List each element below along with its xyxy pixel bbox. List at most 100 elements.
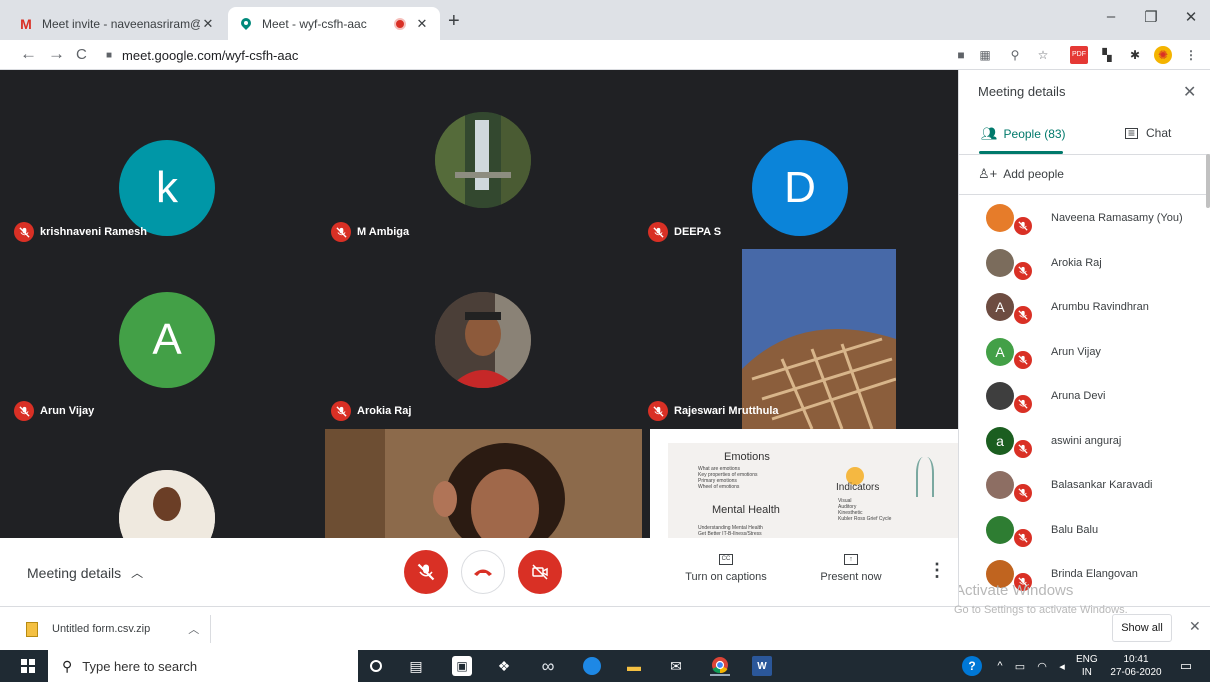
divider xyxy=(959,154,1210,155)
translate-icon[interactable]: ▦ xyxy=(976,46,994,64)
close-tab-icon[interactable]: ✕ xyxy=(200,16,216,32)
forward-icon[interactable]: → xyxy=(48,44,65,64)
chevron-up-icon[interactable]: ^ xyxy=(990,656,1010,676)
camera-off-icon xyxy=(532,564,548,580)
close-window-icon[interactable]: ✕ xyxy=(1176,8,1206,26)
profile-avatar[interactable]: ✺ xyxy=(1154,46,1172,64)
taskbar-search-box[interactable]: ⚲ Type here to search xyxy=(48,650,358,682)
mic-off-icon xyxy=(648,401,668,421)
meeting-details-panel: Meeting details ✕ 👥︎ People (83) ≡ Chat … xyxy=(958,70,1210,606)
store-icon[interactable]: ▣ xyxy=(452,656,472,676)
meeting-controls: Meeting details ︿ CC Turn on captions ↑ … xyxy=(0,538,958,606)
meet-icon xyxy=(238,16,254,32)
search-icon: ⚲ xyxy=(62,657,73,674)
slide-list: What are emotions Key properties of emoti… xyxy=(698,466,758,490)
tab-gmail[interactable]: M Meet invite - naveenasriram@gm ✕ xyxy=(8,7,226,40)
participant-row[interactable]: Balu Balu xyxy=(959,508,1210,552)
word-icon[interactable]: W xyxy=(752,656,772,676)
zip-file-icon xyxy=(26,621,38,637)
tab-chat[interactable]: ≡ Chat xyxy=(1125,126,1171,140)
participant-name: Aruna Devi xyxy=(1051,390,1106,402)
infinity-app-icon[interactable]: ∞ xyxy=(538,656,558,676)
browser-tab-strip: M Meet invite - naveenasriram@gm ✕ Meet … xyxy=(0,0,1210,40)
restore-icon[interactable]: ❐ xyxy=(1136,8,1166,26)
closed-captions-icon: CC xyxy=(719,554,733,565)
reload-icon[interactable]: C xyxy=(76,46,87,63)
leave-call-button[interactable] xyxy=(461,550,505,594)
participant-name: Balasankar Karavadi xyxy=(1051,479,1153,491)
task-view-icon[interactable]: ▤ xyxy=(406,656,426,676)
slide-list: Visual Auditory Kinesthetic Kubler Ross Gri… xyxy=(838,498,892,522)
language-indicator[interactable]: ENG IN xyxy=(1076,653,1098,679)
presentation-slide: Emotions What are emotions Key properties… xyxy=(650,429,958,538)
lock-icon: ■ xyxy=(106,49,113,61)
meeting-details-button[interactable]: Meeting details ︿ xyxy=(27,564,143,581)
url-text: meet.google.com/wyf-csfh-aac xyxy=(122,47,299,63)
dropbox-icon[interactable]: ❖ xyxy=(494,656,514,676)
camera-toggle-button[interactable] xyxy=(518,550,562,594)
participant-row[interactable]: Aruna Devi xyxy=(959,374,1210,418)
extensions-puzzle-icon[interactable]: ✱ xyxy=(1126,46,1144,64)
mic-off-icon xyxy=(1014,484,1032,502)
clock[interactable]: 10:41 27-06-2020 xyxy=(1108,653,1164,679)
zoom-icon[interactable]: ⚲ xyxy=(1006,46,1024,64)
slide-heading: Emotions xyxy=(724,451,770,463)
plant-icon xyxy=(916,457,934,497)
participant-row[interactable]: Arokia Raj xyxy=(959,241,1210,285)
back-icon[interactable]: ← xyxy=(20,44,37,64)
chrome-menu-icon[interactable]: ⋮ xyxy=(1182,46,1200,64)
present-now-button[interactable]: ↑ Present now xyxy=(808,554,894,583)
clapper-extension-icon[interactable]: ▚ xyxy=(1098,46,1116,64)
avatar xyxy=(986,248,1014,277)
avatar: D xyxy=(752,140,848,236)
slide-list: Understanding Mental Health Get Better IT… xyxy=(698,525,763,537)
cortana-icon[interactable] xyxy=(366,656,386,676)
avatar xyxy=(986,204,1014,232)
close-tab-icon[interactable]: ✕ xyxy=(414,16,430,32)
tab-meet[interactable]: Meet - wyf-csfh-aac ✕ xyxy=(228,7,440,40)
new-tab-button[interactable]: + xyxy=(448,10,460,33)
avatar xyxy=(435,292,531,388)
file-explorer-icon[interactable]: ▬ xyxy=(624,656,644,676)
slide-heading: Mental Health xyxy=(712,504,780,516)
add-people-button[interactable]: ♙+ Add people xyxy=(978,166,1064,182)
participant-name: Rajeswari Mrutthula xyxy=(648,401,779,421)
divider xyxy=(210,615,211,643)
download-item[interactable]: Untitled form.csv.zip ︿ xyxy=(12,615,207,643)
pdf-extension-icon[interactable]: PDF xyxy=(1070,46,1088,64)
tab-people[interactable]: 👥︎ People (83) xyxy=(981,126,1066,142)
chevron-up-icon[interactable]: ︿ xyxy=(188,621,199,637)
chevron-up-icon: ︿ xyxy=(131,566,144,580)
notifications-icon[interactable]: ▭ xyxy=(1176,656,1196,676)
show-all-button[interactable]: Show all xyxy=(1112,614,1172,642)
address-bar[interactable]: ■ meet.google.com/wyf-csfh-aac xyxy=(96,44,916,66)
volume-icon[interactable]: ◂ xyxy=(1052,656,1072,676)
mic-off-icon xyxy=(14,222,34,242)
close-panel-icon[interactable]: ✕ xyxy=(1183,82,1196,102)
speaker-video xyxy=(325,429,642,538)
help-icon[interactable]: ? xyxy=(962,656,982,676)
more-options-icon[interactable]: ⋮ xyxy=(928,560,946,581)
participant-row[interactable]: A Arumbu Ravindhran xyxy=(959,285,1210,329)
minimize-icon[interactable]: – xyxy=(1096,8,1126,25)
wifi-icon[interactable]: ◠ xyxy=(1032,656,1052,676)
chrome-icon[interactable] xyxy=(710,656,730,676)
windows-start-icon[interactable] xyxy=(18,656,38,676)
mic-off-icon xyxy=(417,563,435,581)
camera-icon[interactable]: ■ xyxy=(952,46,970,64)
bookmark-star-icon[interactable]: ☆ xyxy=(1034,46,1052,64)
captions-button[interactable]: CC Turn on captions xyxy=(672,554,780,583)
avatar xyxy=(986,382,1014,410)
address-toolbar: ← → C ■ meet.google.com/wyf-csfh-aac ■ ▦… xyxy=(0,40,1210,70)
mail-icon[interactable]: ✉ xyxy=(666,656,686,676)
close-download-bar-icon[interactable]: ✕ xyxy=(1189,618,1201,635)
mic-toggle-button[interactable] xyxy=(404,550,448,594)
participant-row[interactable]: Naveena Ramasamy (You) xyxy=(959,196,1210,240)
participant-name: M Ambiga xyxy=(331,222,409,242)
participant-row[interactable]: A Arun Vijay xyxy=(959,330,1210,374)
participant-row[interactable]: Balasankar Karavadi xyxy=(959,463,1210,507)
participant-name: Arun Vijay xyxy=(14,401,94,421)
participant-row[interactable]: a aswini anguraj xyxy=(959,419,1210,463)
add-person-icon: ♙+ xyxy=(978,166,998,181)
edge-icon[interactable] xyxy=(582,656,602,676)
